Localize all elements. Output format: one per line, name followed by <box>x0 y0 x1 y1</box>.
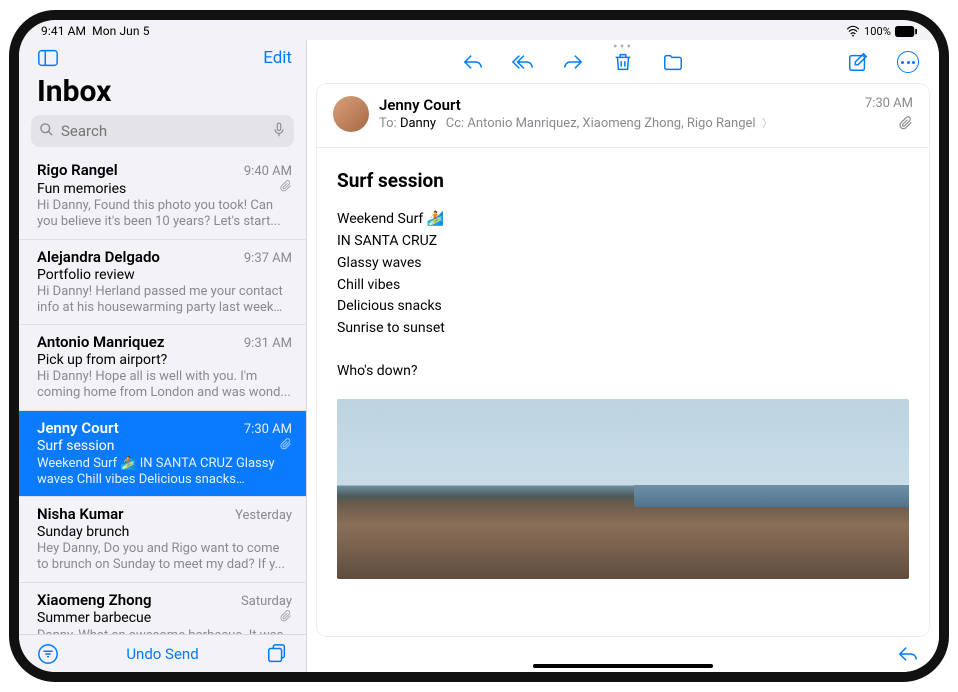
status-time: 9:41 AM <box>41 24 86 38</box>
more-button[interactable] <box>895 49 921 75</box>
row-sender: Jenny Court <box>37 419 119 437</box>
row-preview: Hi Danny, Found this photo you took! Can… <box>37 198 292 231</box>
message-header[interactable]: Jenny Court To: Danny Cc: Antonio Manriq… <box>317 84 929 148</box>
row-subject: Sunday brunch <box>37 524 129 540</box>
row-sender: Alejandra Delgado <box>37 248 160 266</box>
attachment-icon <box>280 179 292 197</box>
row-time: 9:31 AM <box>244 336 292 351</box>
inbox-title: Inbox <box>19 72 306 115</box>
row-subject: Summer barbecue <box>37 610 151 626</box>
from-name: Jenny Court <box>379 96 855 114</box>
compose-button[interactable] <box>845 49 871 75</box>
message-body[interactable]: Surf session Weekend Surf 🏄IN SANTA CRUZ… <box>317 148 929 597</box>
row-subject: Surf session <box>37 438 114 454</box>
row-subject: Pick up from airport? <box>37 352 167 368</box>
message-list[interactable]: Rigo Rangel 9:40 AM Fun memoriesHi Danny, … <box>19 153 306 634</box>
message-row[interactable]: Jenny Court 7:30 AM Surf session Weekend Su… <box>19 411 306 498</box>
message-subject: Surf session <box>337 166 909 195</box>
row-time: Saturday <box>241 594 292 609</box>
sidebar: Edit Inbox Rigo Rangel 9:40 AM Fun memorie… <box>19 40 307 672</box>
attachment-icon <box>280 609 292 627</box>
attachment-icon <box>280 437 292 455</box>
edit-button[interactable]: Edit <box>263 48 292 68</box>
search-icon <box>39 122 54 141</box>
row-sender: Rigo Rangel <box>37 161 118 179</box>
message-pane: ••• Jenny Court To: <box>307 40 939 672</box>
message-row[interactable]: Alejandra Delgado 9:37 AM Portfolio review… <box>19 240 306 326</box>
to-value: Danny <box>400 116 436 131</box>
chevron-right-icon: 〉 <box>762 117 773 130</box>
inline-photo[interactable] <box>337 399 909 579</box>
row-sender: Xiaomeng Zhong <box>37 591 152 609</box>
message-time: 7:30 AM <box>865 96 913 111</box>
avatar[interactable] <box>333 96 369 132</box>
dictation-icon[interactable] <box>272 122 286 142</box>
toggle-sidebar-button[interactable] <box>33 43 63 73</box>
body-line: Weekend Surf 🏄 <box>337 209 909 231</box>
row-preview: Hey Danny, Do you and Rigo want to come … <box>37 541 292 574</box>
multitask-indicator[interactable]: ••• <box>613 40 633 54</box>
row-time: 9:40 AM <box>244 164 292 179</box>
attachment-icon <box>899 115 913 131</box>
filter-button[interactable] <box>33 639 63 669</box>
row-subject: Fun memories <box>37 181 126 197</box>
status-bar: 9:41 AM Mon Jun 5 100% <box>19 20 939 40</box>
body-line: Delicious snacks <box>337 296 909 318</box>
row-time: 9:37 AM <box>244 251 292 266</box>
search-input[interactable] <box>31 115 294 147</box>
row-time: 7:30 AM <box>244 422 292 437</box>
move-button[interactable] <box>660 49 686 75</box>
message-row[interactable]: Rigo Rangel 9:40 AM Fun memoriesHi Danny, … <box>19 153 306 240</box>
quick-reply-button[interactable] <box>895 641 921 667</box>
reply-all-button[interactable] <box>510 49 536 75</box>
row-preview: Hi Danny! Hope all is well with you. I'm… <box>37 369 292 402</box>
status-date: Mon Jun 5 <box>92 24 149 38</box>
row-sender: Nisha Kumar <box>37 505 124 523</box>
battery-icon <box>895 26 917 37</box>
row-time: Yesterday <box>235 508 292 523</box>
body-line: IN SANTA CRUZ <box>337 231 909 253</box>
undo-send-button[interactable]: Undo Send <box>126 645 198 663</box>
cc-value: Antonio Manriquez, Xiaomeng Zhong, Rigo … <box>467 116 755 131</box>
message-row[interactable]: Antonio Manriquez 9:31 AM Pick up from air… <box>19 325 306 411</box>
battery-pct: 100% <box>864 25 891 38</box>
body-line: Sunrise to sunset <box>337 318 909 340</box>
forward-button[interactable] <box>560 49 586 75</box>
wifi-icon <box>846 25 860 37</box>
to-label: To: <box>379 116 397 131</box>
row-preview: Weekend Surf 🏄 IN SANTA CRUZ Glassy wave… <box>37 456 292 489</box>
row-preview: Hi Danny! Herland passed me your contact… <box>37 284 292 317</box>
row-subject: Portfolio review <box>37 267 135 283</box>
message-row[interactable]: Nisha Kumar Yesterday Sunday brunchHey Dan… <box>19 497 306 583</box>
mailboxes-button[interactable] <box>262 639 292 669</box>
reply-button[interactable] <box>460 49 486 75</box>
body-line: Chill vibes <box>337 275 909 297</box>
body-line: Glassy waves <box>337 253 909 275</box>
screen: 9:41 AM Mon Jun 5 100% Edit Inbox <box>19 20 939 672</box>
message-card: Jenny Court To: Danny Cc: Antonio Manriq… <box>317 84 929 636</box>
closing-line: Who's down? <box>337 361 909 383</box>
home-indicator[interactable] <box>533 664 713 668</box>
message-row[interactable]: Xiaomeng ZhongSaturdaySummer barbecueDan… <box>19 583 306 635</box>
cc-label: Cc: <box>446 116 464 131</box>
ipad-frame: 9:41 AM Mon Jun 5 100% Edit Inbox <box>9 10 949 682</box>
row-sender: Antonio Manriquez <box>37 333 164 351</box>
